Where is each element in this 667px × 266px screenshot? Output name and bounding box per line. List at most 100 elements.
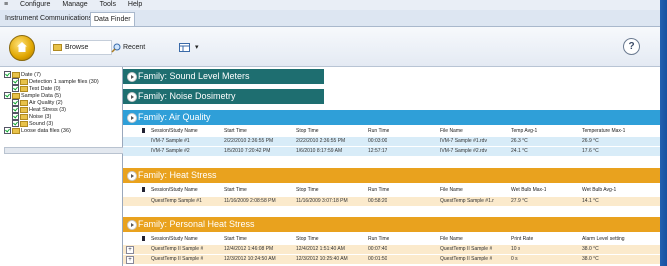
- menu-item-tools[interactable]: Tools: [100, 1, 116, 8]
- table-header: Session/Study Name Start Time Stop Time …: [123, 186, 660, 195]
- toolbar: Browse Recent ▾ ?: [0, 27, 660, 67]
- results-panel: Family: Sound Level Meters Family: Noise…: [123, 67, 660, 266]
- help-button[interactable]: ?: [623, 38, 640, 55]
- tree-item[interactable]: Noise (3): [4, 113, 122, 120]
- family-header-air-quality[interactable]: Family: Air Quality: [123, 110, 660, 125]
- menu-bar: ≡ Configure Manage Tools Help: [0, 0, 660, 10]
- cell: QuestTemp II Sample #: [151, 256, 204, 262]
- tree-item[interactable]: Test Date (0): [4, 85, 122, 92]
- column-header[interactable]: Alarm Level setting: [582, 235, 625, 244]
- family-label: Family: Sound Level Meters: [138, 71, 250, 81]
- recent-label: Recent: [123, 44, 146, 51]
- checkbox[interactable]: [12, 78, 19, 85]
- expand-icon: [127, 92, 137, 102]
- cell: 12/3/2012 10:24:50 AM: [224, 256, 276, 262]
- folder-icon: [20, 113, 28, 120]
- checkbox[interactable]: [4, 71, 11, 78]
- home-button[interactable]: [9, 35, 35, 61]
- cell: 1/6/2010 8:17:59 AM: [296, 148, 343, 154]
- tree-item[interactable]: Air Quality (2): [4, 99, 122, 106]
- checkbox[interactable]: [12, 120, 19, 127]
- cell: 2/22/2010 2:36:55 PM: [224, 138, 274, 144]
- horizontal-scrollbar[interactable]: [4, 147, 124, 154]
- cell: 14.1 °C: [582, 198, 599, 204]
- cell: IVM-7 Sample #1: [151, 138, 190, 144]
- column-header[interactable]: Wet Bulb Avg-1: [582, 186, 616, 195]
- table-row[interactable]: QuestTemp Sample #1 11/16/2009 2:08:58 P…: [123, 197, 660, 206]
- cell: 38.0 °C: [582, 256, 599, 262]
- tree-item[interactable]: Sample Data (5): [4, 92, 122, 99]
- family-label: Family: Heat Stress: [138, 170, 217, 180]
- folder-icon: [53, 44, 62, 51]
- column-header[interactable]: Start Time: [224, 235, 247, 244]
- column-header[interactable]: Session/Study Name: [151, 127, 198, 136]
- cell: 17.6 °C: [582, 148, 599, 154]
- cell: 26.3 °C: [511, 138, 528, 144]
- browse-button[interactable]: Browse: [50, 40, 112, 55]
- column-header[interactable]: Wet Bulb Max-1: [511, 186, 546, 195]
- column-header[interactable]: Run Time: [368, 127, 389, 136]
- expand-icon: [127, 171, 137, 181]
- tree-item[interactable]: Date (7): [4, 71, 122, 78]
- cell: QuestTemp II Sample #: [151, 246, 204, 252]
- family-header-personal-heat-stress[interactable]: Family: Personal Heat Stress: [123, 217, 660, 232]
- cell: 1/5/2010 7:20:42 PM: [224, 148, 271, 154]
- checkbox[interactable]: [12, 106, 19, 113]
- menu-item-manage[interactable]: Manage: [62, 1, 87, 8]
- checkbox[interactable]: [12, 99, 19, 106]
- column-header[interactable]: Run Time: [368, 186, 389, 195]
- menu-item-configure[interactable]: Configure: [20, 1, 50, 8]
- column-header[interactable]: Start Time: [224, 186, 247, 195]
- column-header[interactable]: Session/Study Name: [151, 186, 198, 195]
- menu-item-help[interactable]: Help: [128, 1, 142, 8]
- tab-bar: Instrument Communications Data Finder: [0, 10, 660, 27]
- tree-item[interactable]: Heat Stress (3): [4, 106, 122, 113]
- tree-item[interactable]: Detection 1 sample files (30): [4, 78, 122, 85]
- column-header[interactable]: File Name: [440, 127, 463, 136]
- checkbox[interactable]: [12, 85, 19, 92]
- cell: 2/22/2010 2:36:55 PM: [296, 138, 346, 144]
- checkbox[interactable]: [12, 113, 19, 120]
- expand-row-icon[interactable]: +: [126, 246, 134, 254]
- cell: 27.9 °C: [511, 198, 528, 204]
- table-row[interactable]: + QuestTemp II Sample # 12/3/2012 10:24:…: [123, 255, 660, 264]
- table-row[interactable]: + QuestTemp II Sample # 12/4/2012 1:46:0…: [123, 245, 660, 254]
- family-header-noise-dosimetry[interactable]: Family: Noise Dosimetry: [123, 89, 324, 104]
- recent-button[interactable]: Recent: [108, 40, 160, 55]
- column-header[interactable]: File Name: [440, 235, 463, 244]
- family-header-heat-stress[interactable]: Family: Heat Stress: [123, 168, 660, 183]
- tree-item[interactable]: Loose data files (36): [4, 127, 122, 134]
- checkbox[interactable]: [4, 92, 11, 99]
- column-header[interactable]: Temperature Max-1: [582, 127, 625, 136]
- column-header[interactable]: Session/Study Name: [151, 235, 198, 244]
- cell: 00:01:50: [368, 256, 388, 262]
- menu-item-app[interactable]: ≡: [4, 1, 8, 8]
- cell: IVM-7 Sample #2: [151, 148, 190, 154]
- column-header[interactable]: Stop Time: [296, 186, 319, 195]
- tree-item[interactable]: Sound (3): [4, 120, 122, 127]
- family-label: Family: Personal Heat Stress: [138, 219, 255, 229]
- column-header[interactable]: Temp Avg-1: [511, 127, 537, 136]
- cell: 11/16/2009 2:08:58 PM: [224, 198, 276, 204]
- column-header[interactable]: File Name: [440, 186, 463, 195]
- column-header[interactable]: Start Time: [224, 127, 247, 136]
- folder-icon: [20, 120, 28, 127]
- column-header[interactable]: Stop Time: [296, 127, 319, 136]
- column-header[interactable]: Stop Time: [296, 235, 319, 244]
- tab-data-finder[interactable]: Data Finder: [90, 12, 135, 26]
- folder-icon: [12, 71, 20, 78]
- view-options-button[interactable]: ▾: [178, 40, 200, 55]
- column-header[interactable]: Run Time: [368, 235, 389, 244]
- expand-row-icon[interactable]: +: [126, 256, 134, 264]
- table-row[interactable]: IVM-7 Sample #1 2/22/2010 2:36:55 PM 2/2…: [123, 137, 660, 146]
- cell: 11/16/2009 3:07:18 PM: [296, 198, 348, 204]
- grid-view-icon: [179, 43, 190, 52]
- family-header-sound-level-meters[interactable]: Family: Sound Level Meters: [123, 69, 324, 84]
- filter-tree-panel: Date (7) Detection 1 sample files (30) T…: [0, 67, 124, 266]
- table-row[interactable]: IVM-7 Sample #2 1/5/2010 7:20:42 PM 1/6/…: [123, 147, 660, 156]
- column-header[interactable]: Print Rate: [511, 235, 533, 244]
- checkbox[interactable]: [4, 127, 11, 134]
- cell: IVM-7 Sample #1.rdv: [440, 138, 487, 144]
- expand-icon: [127, 113, 137, 123]
- tab-instrument-communications[interactable]: Instrument Communications: [2, 12, 95, 25]
